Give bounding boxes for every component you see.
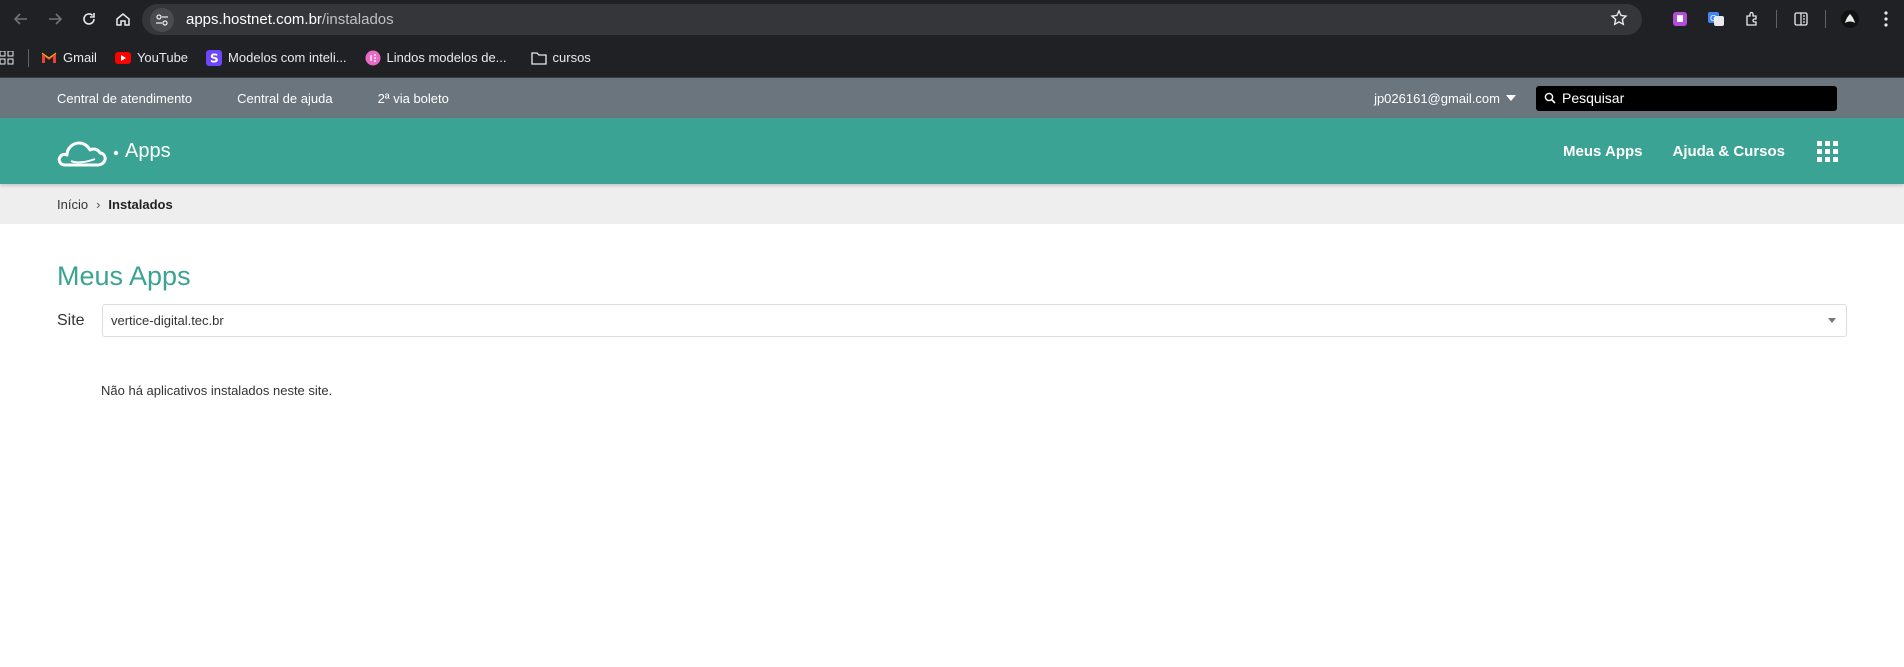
search-input[interactable]: Pesquisar: [1536, 85, 1837, 111]
bookmarks-divider: [28, 48, 29, 67]
link-segunda-via-boleto[interactable]: 2ª via boleto: [378, 91, 449, 106]
folder-icon: [530, 51, 547, 65]
forward-button[interactable]: [38, 2, 72, 36]
pink-circle-icon: [365, 50, 381, 65]
breadcrumb-home[interactable]: Início: [57, 197, 88, 212]
apps-grid-icon: [0, 50, 14, 64]
svg-text:G: G: [1710, 14, 1716, 23]
breadcrumb-current: Instalados: [108, 196, 173, 212]
svg-text:S: S: [210, 51, 219, 65]
search-icon: [1544, 92, 1556, 104]
arrow-left-icon: [13, 13, 27, 25]
site-selected-value: vertice-digital.tec.br: [111, 313, 224, 328]
extension-purple-icon[interactable]: [1662, 0, 1698, 38]
bookmark-label: cursos: [552, 50, 591, 65]
url-path: /instalados: [321, 11, 394, 28]
bookmarks-bar: Gmail YouTube S Modelos com inteli... Li…: [0, 38, 1904, 78]
reload-button[interactable]: [72, 2, 106, 36]
site-info-icon[interactable]: [150, 7, 174, 32]
browser-toolbar: apps.hostnet.com.br/instalados G: [0, 0, 1904, 38]
bookmark-label: Lindos modelos de...: [386, 50, 507, 65]
site-selector-row: Site vertice-digital.tec.br: [57, 304, 1847, 337]
caret-down-icon: [1828, 318, 1836, 323]
bookmark-youtube[interactable]: YouTube: [114, 50, 189, 65]
site-label: Site: [57, 311, 85, 329]
s-app-icon: S: [206, 49, 223, 66]
bookmark-label: Gmail: [63, 50, 97, 65]
bookmark-lindos-modelos[interactable]: Lindos modelos de...: [365, 50, 507, 66]
account-email: jp026161@gmail.com: [1374, 90, 1500, 106]
toolbar-divider: [1776, 10, 1777, 28]
logo-text: Apps: [125, 139, 171, 162]
home-icon: [116, 13, 130, 26]
extensions-puzzle-icon[interactable]: [1734, 0, 1770, 38]
site-header: Apps Meus Apps Ajuda & Cursos: [0, 118, 1904, 184]
topbar-right: jp026161@gmail.com Pesquisar: [1374, 78, 1837, 118]
browser-menu-icon[interactable]: [1868, 0, 1904, 38]
bookmark-gmail[interactable]: Gmail: [41, 50, 97, 65]
reading-list-icon[interactable]: [1783, 0, 1819, 38]
bookmark-cursos[interactable]: cursos: [530, 50, 591, 65]
bookmark-modelos[interactable]: S Modelos com inteli...: [206, 49, 347, 66]
search-placeholder: Pesquisar: [1562, 90, 1625, 106]
profile-avatar[interactable]: [1832, 0, 1868, 38]
site-topbar: Central de atendimento Central de ajuda …: [0, 78, 1904, 118]
home-button[interactable]: [106, 2, 140, 36]
bookmark-star-icon[interactable]: [1610, 9, 1628, 32]
link-central-atendimento[interactable]: Central de atendimento: [57, 91, 192, 106]
empty-state-message: Não há aplicativos instalados neste site…: [101, 383, 333, 398]
arrow-right-icon: [49, 13, 63, 25]
browser-extensions: G: [1662, 0, 1904, 38]
caret-down-icon: [1506, 95, 1516, 101]
site-select[interactable]: vertice-digital.tec.br: [102, 304, 1847, 337]
header-nav: Meus Apps Ajuda & Cursos: [1533, 118, 1838, 184]
toolbar-divider: [1825, 10, 1826, 28]
reload-icon: [83, 13, 95, 25]
address-bar[interactable]: apps.hostnet.com.br/instalados: [142, 4, 1642, 35]
page-title: Meus Apps: [57, 261, 191, 291]
cloud-logo-icon: [57, 141, 119, 167]
url-host: apps.hostnet.com.br: [186, 11, 322, 28]
apps-logo[interactable]: Apps: [57, 131, 171, 171]
apps-grid-bookmark[interactable]: [0, 50, 14, 65]
breadcrumb: Início › Instalados: [0, 184, 1904, 224]
nav-meus-apps[interactable]: Meus Apps: [1563, 143, 1642, 160]
account-dropdown[interactable]: jp026161@gmail.com: [1374, 91, 1516, 106]
gmail-icon: [41, 52, 57, 63]
back-button[interactable]: [4, 2, 38, 36]
chevron-right-icon: ›: [96, 196, 101, 212]
url-text[interactable]: apps.hostnet.com.br/instalados: [186, 11, 394, 28]
apps-grid-menu-icon[interactable]: [1817, 140, 1838, 162]
main-content: Meus Apps Site vertice-digital.tec.br Nã…: [0, 224, 1904, 398]
link-central-ajuda[interactable]: Central de ajuda: [237, 91, 332, 106]
youtube-icon: [114, 51, 131, 64]
translate-icon[interactable]: G: [1698, 0, 1734, 38]
nav-ajuda-cursos[interactable]: Ajuda & Cursos: [1672, 143, 1785, 160]
bookmark-label: YouTube: [136, 50, 189, 65]
bookmark-label: Modelos com inteli...: [228, 50, 347, 65]
